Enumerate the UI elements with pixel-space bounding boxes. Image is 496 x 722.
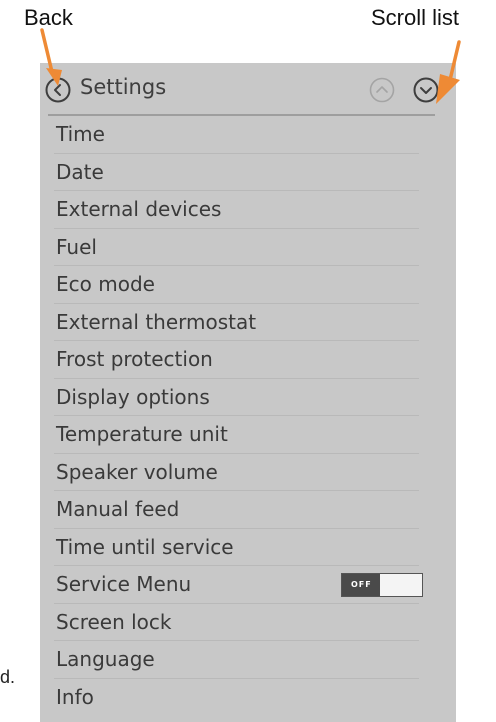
service-menu-toggle[interactable]: OFF: [341, 573, 423, 597]
scroll-list-annotation-label: Scroll list: [371, 5, 460, 30]
list-item-label: Manual feed: [56, 497, 180, 521]
list-item-speaker-volume[interactable]: Speaker volume: [54, 454, 419, 491]
list-item-label: External thermostat: [56, 309, 257, 334]
back-annotation-label: Back: [24, 5, 73, 30]
page-title: Settings: [80, 75, 167, 99]
list-item-service-menu: Service Menu OFF: [54, 566, 423, 604]
back-icon[interactable]: [45, 77, 71, 103]
list-item-language[interactable]: Language: [54, 641, 419, 679]
list-item-external-thermostat[interactable]: External thermostat: [54, 304, 419, 341]
list-item-label: Info: [56, 684, 94, 709]
settings-list: Time Date External devices Fuel Eco mode…: [40, 116, 456, 716]
list-item-label: Date: [56, 159, 104, 184]
toggle-off-segment: OFF: [342, 574, 380, 596]
list-item-info[interactable]: Info: [54, 679, 419, 717]
list-item-label: Frost protection: [56, 347, 213, 371]
stray-text: d.: [0, 667, 16, 687]
list-item-label: Temperature unit: [56, 422, 228, 446]
list-item-manual-feed[interactable]: Manual feed: [54, 491, 419, 529]
list-item-label: Speaker volume: [56, 459, 218, 484]
list-item-time[interactable]: Time: [54, 116, 419, 154]
list-item-screen-lock[interactable]: Screen lock: [54, 604, 419, 641]
list-item-label: Screen lock: [56, 609, 172, 634]
list-item-date[interactable]: Date: [54, 154, 419, 191]
list-item-fuel[interactable]: Fuel: [54, 229, 419, 266]
list-item-label: Language: [56, 647, 155, 671]
list-item-external-devices[interactable]: External devices: [54, 191, 419, 229]
list-item-eco-mode[interactable]: Eco mode: [54, 266, 419, 304]
scroll-up-icon[interactable]: [369, 77, 395, 103]
toggle-state-text: OFF: [351, 580, 372, 589]
list-item-label: Display options: [56, 384, 210, 409]
list-item-label: Time until service: [56, 534, 234, 559]
settings-screen: Settings Time Date External devices Fuel…: [40, 63, 456, 722]
list-item-label: Time: [56, 122, 105, 146]
settings-header: Settings: [40, 63, 456, 116]
list-item-time-until-service[interactable]: Time until service: [54, 529, 419, 566]
list-item-temperature-unit[interactable]: Temperature unit: [54, 416, 419, 454]
list-item-label: Fuel: [56, 234, 97, 259]
scroll-down-icon[interactable]: [413, 77, 439, 103]
list-item-label: Eco mode: [56, 272, 155, 296]
list-item-frost-protection[interactable]: Frost protection: [54, 341, 419, 379]
list-item-display-options[interactable]: Display options: [54, 379, 419, 416]
list-item-label: Service Menu: [56, 572, 192, 596]
list-item-label: External devices: [56, 197, 222, 221]
